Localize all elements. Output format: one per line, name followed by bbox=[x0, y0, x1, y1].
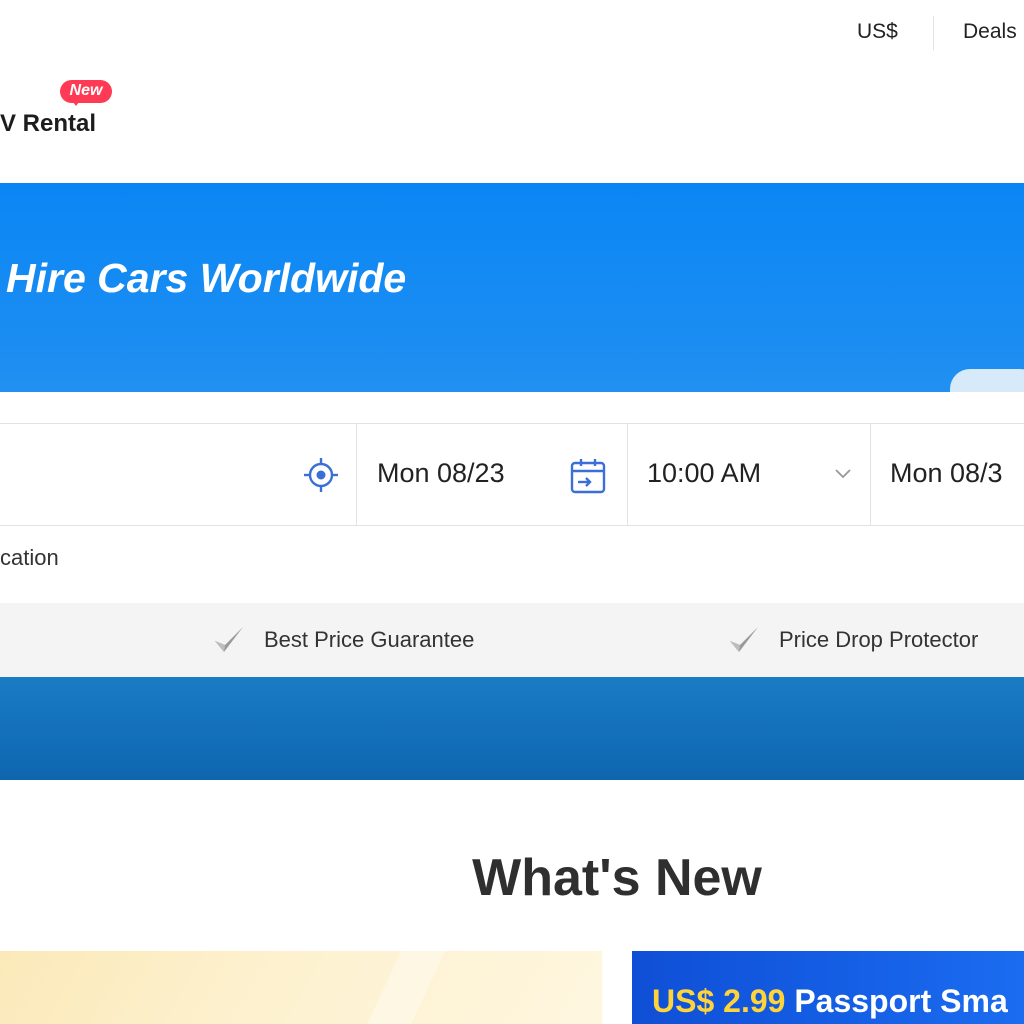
pickup-date-value: Mon 08/23 bbox=[377, 458, 505, 488]
promo-card-left[interactable] bbox=[0, 951, 602, 1024]
topbar-divider bbox=[933, 16, 934, 50]
check-icon bbox=[215, 627, 243, 652]
promo-price: US$ 2.99 bbox=[652, 983, 786, 1019]
pickup-time-value: 10:00 AM bbox=[647, 458, 762, 488]
search-form-row: Mon 08/23 10:00 AM Mon 08/3 bbox=[0, 423, 1024, 526]
guarantee-label: Price Drop Protector bbox=[779, 627, 979, 652]
new-badge: New bbox=[60, 80, 112, 106]
hero-title: Hire Cars Worldwide bbox=[6, 255, 407, 301]
guarantee-strip: Best Price Guarantee Price Drop Protecto… bbox=[0, 603, 1024, 677]
check-icon bbox=[730, 627, 758, 652]
pickup-location-field[interactable] bbox=[0, 424, 357, 525]
promo-text: US$ 2.99 Passport Sma bbox=[652, 983, 1008, 1020]
nav-tab-rental[interactable]: V Rental bbox=[0, 110, 96, 138]
new-badge-text: New bbox=[69, 82, 103, 99]
promo-card-passport[interactable]: US$ 2.99 Passport Sma bbox=[632, 951, 1024, 1024]
deals-link[interactable]: Deals bbox=[963, 20, 1017, 44]
guarantee-item-best-price: Best Price Guarantee bbox=[212, 603, 474, 677]
pickup-time-field[interactable]: 10:00 AM bbox=[628, 424, 871, 525]
guarantee-label: Best Price Guarantee bbox=[264, 627, 475, 652]
currency-selector[interactable]: US$ bbox=[857, 20, 898, 44]
top-utility-bar: US$ Deals bbox=[0, 0, 1024, 66]
return-date-value: Mon 08/3 bbox=[890, 458, 1003, 488]
hero-sea bbox=[0, 677, 1024, 780]
guarantee-item-price-drop: Price Drop Protector bbox=[727, 603, 978, 677]
pickup-date-field[interactable]: Mon 08/23 bbox=[357, 424, 628, 525]
return-date-field[interactable]: Mon 08/3 bbox=[871, 424, 1024, 525]
promo-card-decoration bbox=[352, 951, 448, 1024]
promo-name: Passport Sma bbox=[785, 983, 1008, 1019]
chevron-down-icon bbox=[835, 469, 851, 479]
different-location-option-label[interactable]: cation bbox=[0, 545, 59, 571]
search-panel: Mon 08/23 10:00 AM Mon 08/3 cation bbox=[0, 392, 1024, 603]
calendar-icon bbox=[570, 459, 606, 494]
whats-new-title: What's New bbox=[472, 849, 762, 907]
crosshair-locate-icon[interactable] bbox=[302, 456, 340, 494]
